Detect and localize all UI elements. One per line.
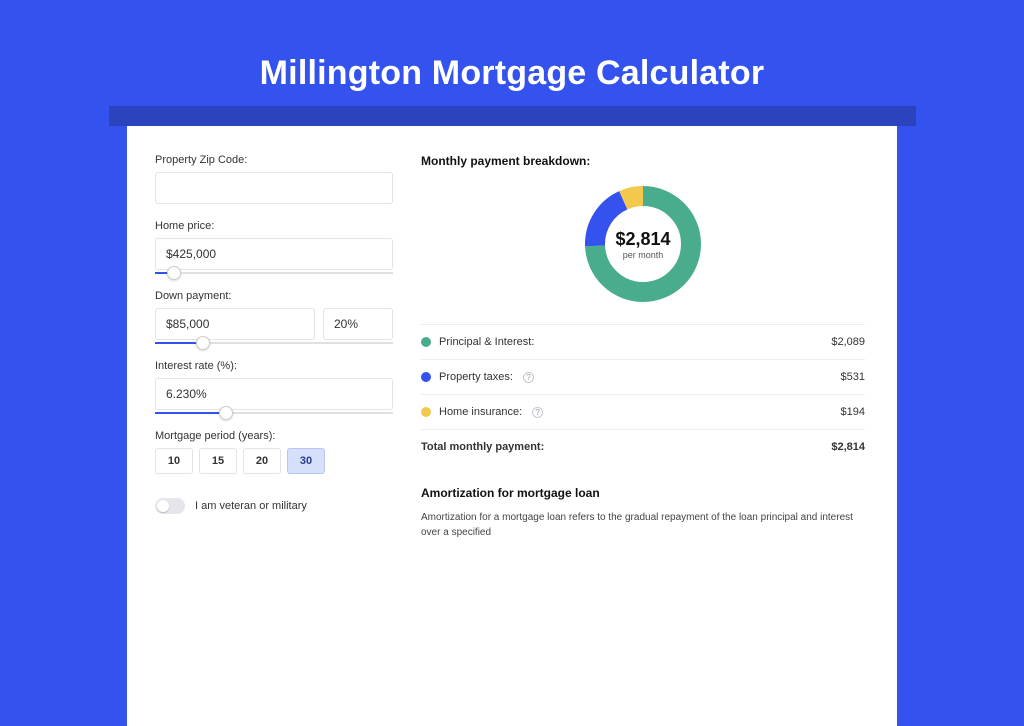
rate-field: Interest rate (%): — [155, 360, 393, 414]
down-payment-pct-input[interactable] — [323, 308, 393, 340]
rate-input[interactable] — [155, 378, 393, 410]
zip-input[interactable] — [155, 172, 393, 204]
calculator-card: Property Zip Code: Home price: Down paym… — [127, 126, 897, 726]
legend-value: $2,089 — [831, 336, 865, 348]
down-payment-slider-thumb[interactable] — [196, 336, 210, 350]
amortization-title: Amortization for mortgage loan — [421, 486, 865, 500]
legend-total-label: Total monthly payment: — [421, 441, 544, 453]
legend-label: Property taxes: — [439, 371, 513, 383]
legend-total-row: Total monthly payment: $2,814 — [421, 430, 865, 464]
legend-label: Principal & Interest: — [439, 336, 534, 348]
amortization-section: Amortization for mortgage loan Amortizat… — [421, 486, 865, 540]
period-field: Mortgage period (years): 10152030 — [155, 430, 393, 474]
legend-value: $531 — [841, 371, 865, 383]
period-option-30[interactable]: 30 — [287, 448, 325, 474]
home-price-slider[interactable] — [155, 272, 393, 274]
page-title: Millington Mortgage Calculator — [0, 0, 1024, 93]
legend-dot — [421, 407, 431, 417]
down-payment-slider[interactable] — [155, 342, 393, 344]
rate-slider-thumb[interactable] — [219, 406, 233, 420]
home-price-label: Home price: — [155, 220, 393, 232]
down-payment-label: Down payment: — [155, 290, 393, 302]
down-payment-input[interactable] — [155, 308, 315, 340]
zip-field: Property Zip Code: — [155, 154, 393, 204]
period-label: Mortgage period (years): — [155, 430, 393, 442]
period-option-10[interactable]: 10 — [155, 448, 193, 474]
donut-center: $2,814 per month — [581, 182, 705, 306]
rate-slider-fill — [155, 412, 226, 414]
legend-dot — [421, 337, 431, 347]
period-option-20[interactable]: 20 — [243, 448, 281, 474]
donut-wrap: $2,814 per month — [421, 182, 865, 306]
legend-total-value: $2,814 — [831, 441, 865, 453]
rate-label: Interest rate (%): — [155, 360, 393, 372]
amortization-body: Amortization for a mortgage loan refers … — [421, 510, 865, 540]
rate-slider[interactable] — [155, 412, 393, 414]
info-icon[interactable]: ? — [532, 407, 543, 418]
home-price-field: Home price: — [155, 220, 393, 274]
legend: Principal & Interest: $2,089 Property taxe… — [421, 324, 865, 464]
legend-row: Home insurance:? $194 — [421, 395, 865, 430]
toggle-knob — [157, 500, 169, 512]
legend-label: Home insurance: — [439, 406, 522, 418]
veteran-label: I am veteran or military — [195, 500, 307, 512]
info-icon[interactable]: ? — [523, 372, 534, 383]
results-panel: Monthly payment breakdown: $2,814 per mo… — [421, 154, 865, 726]
down-payment-field: Down payment: — [155, 290, 393, 344]
donut-sub: per month — [623, 250, 664, 260]
home-price-input[interactable] — [155, 238, 393, 270]
period-option-15[interactable]: 15 — [199, 448, 237, 474]
legend-dot — [421, 372, 431, 382]
legend-row: Property taxes:? $531 — [421, 360, 865, 395]
legend-row: Principal & Interest: $2,089 — [421, 325, 865, 360]
header-band — [109, 106, 916, 126]
period-options: 10152030 — [155, 448, 393, 474]
legend-value: $194 — [841, 406, 865, 418]
donut-value: $2,814 — [615, 229, 670, 250]
home-price-slider-thumb[interactable] — [167, 266, 181, 280]
form-panel: Property Zip Code: Home price: Down paym… — [155, 154, 393, 726]
breakdown-title: Monthly payment breakdown: — [421, 154, 865, 168]
zip-label: Property Zip Code: — [155, 154, 393, 166]
donut-chart: $2,814 per month — [581, 182, 705, 306]
